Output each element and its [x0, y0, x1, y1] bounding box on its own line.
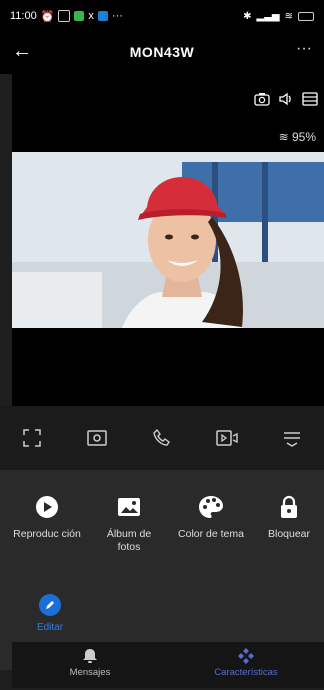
app-icon: [74, 11, 85, 21]
photo-album-label: Álbum de fotos: [106, 528, 152, 553]
bluetooth-icon: ✱: [243, 10, 252, 22]
photo-album-button[interactable]: Álbum de fotos: [94, 492, 164, 554]
x-icon: x: [88, 10, 94, 22]
signal-icon: ▂▃▅: [256, 10, 280, 22]
image-icon: [94, 492, 164, 522]
theme-color-button[interactable]: Color de tema: [176, 492, 246, 541]
more-menu-button[interactable]: ···: [296, 40, 312, 58]
features-icon: [168, 648, 324, 667]
lock-icon: [258, 492, 320, 522]
playback-button[interactable]: Reproduc ción: [12, 492, 82, 541]
layout-icon[interactable]: [302, 92, 318, 106]
more-notifications-icon: ···: [111, 10, 123, 22]
time-label: 11:00: [10, 10, 37, 22]
battery-icon: [298, 11, 314, 21]
pencil-icon: [39, 594, 61, 616]
tab-features[interactable]: Características: [168, 642, 324, 688]
wifi-level: 95%: [291, 130, 316, 144]
video-controls: [0, 406, 324, 470]
speaker-icon[interactable]: [278, 92, 294, 106]
snapshot-icon[interactable]: [83, 424, 111, 452]
menu-icon[interactable]: [278, 424, 306, 452]
tab-messages-label: Mensajes: [69, 667, 111, 678]
wifi-icon: ≋: [284, 10, 293, 22]
wifi-strength: ≋ 95%: [279, 130, 316, 144]
bell-icon: [12, 648, 168, 667]
top-bar: ← MON43W ···: [0, 32, 324, 74]
video-feed: [12, 152, 324, 328]
lock-button[interactable]: Bloquear: [258, 492, 320, 541]
tab-features-label: Características: [214, 667, 278, 678]
edit-button[interactable]: Editar: [32, 594, 68, 633]
palette-icon: [176, 492, 246, 522]
gallery-icon: [58, 10, 71, 22]
features-panel: Reproduc ción Álbum de fotos Color de te…: [0, 470, 324, 670]
fullscreen-icon[interactable]: [18, 424, 46, 452]
theme-color-label: Color de tema: [178, 528, 244, 540]
bottom-tabs: Mensajes Características: [12, 642, 324, 688]
status-bar: 11:00 ⏰ x ··· ✱ ▂▃▅ ≋: [0, 0, 324, 32]
tab-messages[interactable]: Mensajes: [12, 642, 168, 688]
video-footer: [12, 328, 324, 406]
phone-icon[interactable]: [148, 424, 176, 452]
record-icon[interactable]: [213, 424, 241, 452]
wifi-icon: ≋: [278, 130, 292, 144]
app2-icon: [97, 11, 108, 21]
edit-label: Editar: [36, 622, 64, 633]
lock-label: Bloquear: [267, 528, 311, 540]
alarm-icon: ⏰: [40, 10, 55, 23]
play-icon: [12, 492, 82, 522]
video-header: ≋ 95%: [12, 74, 324, 154]
playback-label: Reproduc ción: [13, 528, 81, 540]
video-image: [12, 152, 324, 328]
camera-icon[interactable]: [254, 92, 270, 106]
page-title: MON43W: [129, 44, 195, 60]
